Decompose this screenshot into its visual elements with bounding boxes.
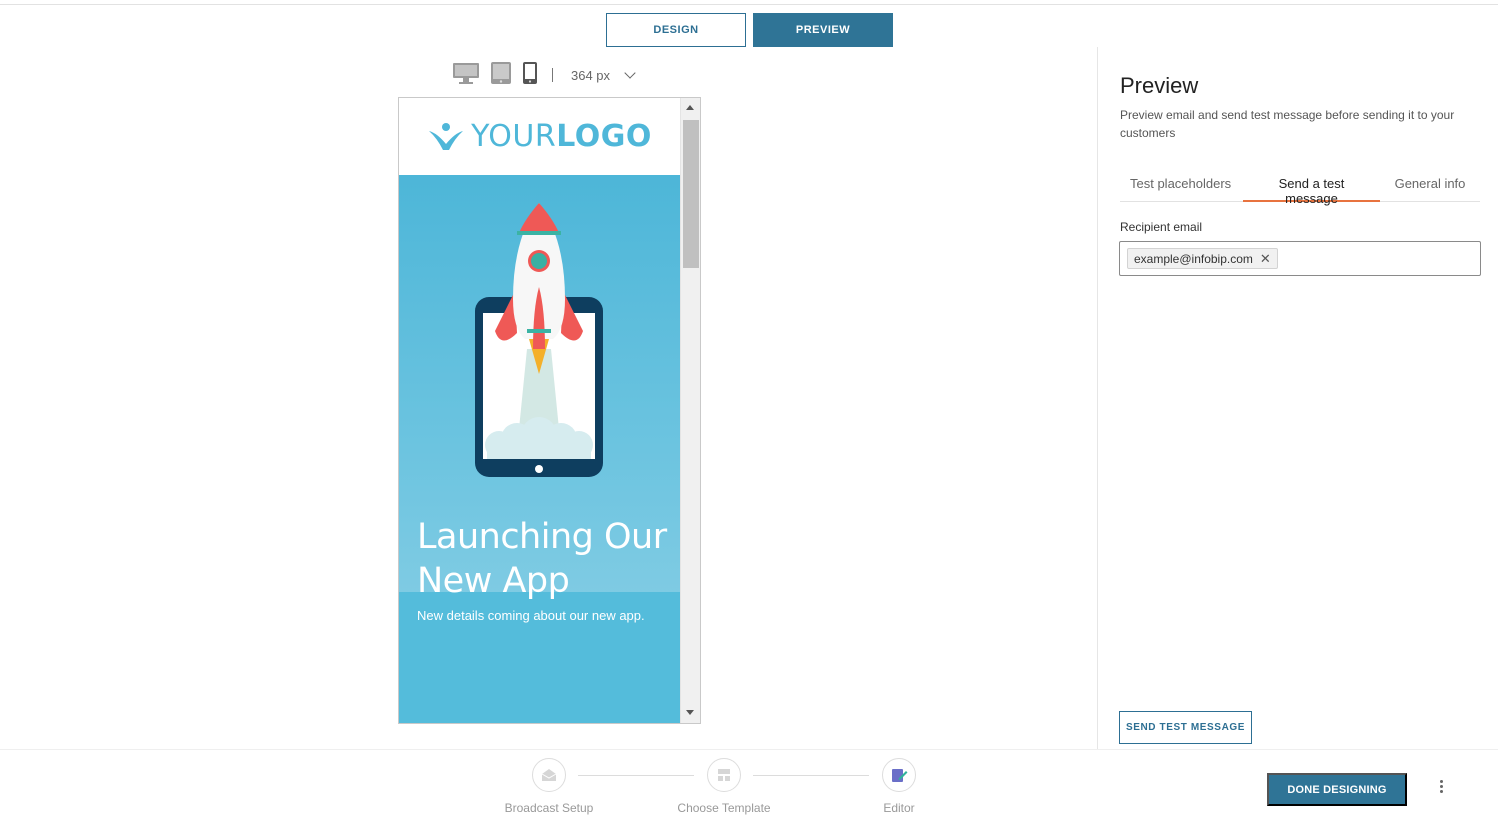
step-label: Choose Template (677, 801, 771, 815)
step-editor[interactable]: Editor (844, 758, 954, 815)
step-choose-template[interactable]: Choose Template (669, 758, 779, 815)
scroll-thumb[interactable] (683, 120, 699, 268)
panel-tabs: Test placeholders Send a test message Ge… (1120, 165, 1480, 206)
close-icon[interactable]: ✕ (1260, 251, 1271, 267)
logo-text: YOURLOGO (471, 119, 652, 154)
mobile-icon[interactable] (522, 61, 538, 90)
rocket-illustration (475, 203, 603, 477)
hero-subtitle: New details coming about our new app. (417, 608, 645, 623)
tab-test-placeholders[interactable]: Test placeholders (1120, 165, 1243, 202)
recipient-email-label: Recipient email (1120, 220, 1203, 234)
hero-title: Launching Our New App (417, 517, 667, 601)
tab-send-test-message[interactable]: Send a test message (1243, 165, 1380, 206)
tablet-icon[interactable] (490, 61, 512, 90)
desktop-icon[interactable] (452, 61, 480, 90)
template-icon (707, 758, 741, 792)
send-test-message-button[interactable]: SEND TEST MESSAGE (1119, 711, 1252, 744)
email-preview-frame: YOURLOGO Launching Our New App New detai… (398, 97, 701, 724)
preview-scrollbar[interactable] (680, 98, 700, 723)
toolbar-separator (552, 68, 553, 82)
recipient-email-input[interactable]: example@infobip.com ✕ (1119, 241, 1481, 276)
scroll-up-arrow-icon[interactable] (686, 105, 694, 110)
email-content: YOURLOGO Launching Our New App New detai… (399, 98, 680, 723)
preview-panel: Preview Preview email and send test mess… (1097, 47, 1498, 749)
step-label: Broadcast Setup (504, 801, 594, 815)
more-options-icon[interactable] (1436, 780, 1446, 800)
preview-mode-button[interactable]: PREVIEW (753, 13, 893, 47)
envelope-icon (532, 758, 566, 792)
chevron-down-icon[interactable] (624, 67, 636, 79)
bottom-bar: Broadcast Setup Choose Template Editor D… (0, 749, 1498, 823)
done-designing-button[interactable]: DONE DESIGNING (1267, 773, 1407, 806)
top-divider (0, 4, 1498, 5)
scroll-down-arrow-icon[interactable] (686, 710, 694, 715)
panel-title: Preview (1120, 73, 1199, 98)
recipient-chip-label: example@infobip.com (1134, 251, 1253, 266)
width-value: 364 px (571, 67, 611, 83)
hero-section: Launching Our New App New details coming… (399, 175, 680, 723)
device-toolbar: 364 px (452, 61, 636, 90)
logo-icon (429, 122, 464, 150)
edit-icon (882, 758, 916, 792)
step-broadcast-setup[interactable]: Broadcast Setup (494, 758, 604, 815)
logo-header: YOURLOGO (399, 98, 680, 175)
recipient-chip: example@infobip.com ✕ (1127, 248, 1278, 269)
panel-description: Preview email and send test message befo… (1120, 108, 1455, 140)
tab-general-info[interactable]: General info (1380, 165, 1480, 202)
design-mode-button[interactable]: DESIGN (606, 13, 746, 47)
step-label: Editor (883, 801, 915, 815)
